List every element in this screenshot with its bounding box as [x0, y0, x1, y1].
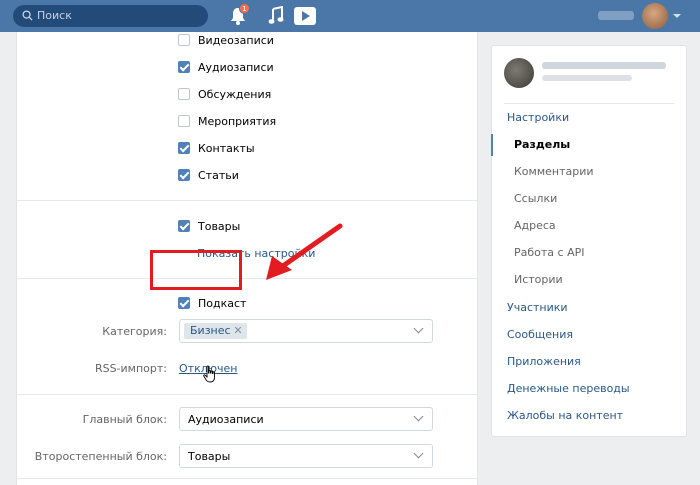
remove-tag-icon[interactable]: ✕ — [233, 323, 242, 339]
sidebar-item-label: Работа с API — [514, 246, 585, 259]
notification-badge: 1 — [239, 3, 250, 14]
checkbox-label: Обсуждения — [198, 87, 272, 101]
community-header[interactable] — [492, 46, 686, 102]
category-token-label: Бизнес — [190, 324, 231, 337]
sidebar-item-settings[interactable]: Настройки — [492, 107, 686, 129]
category-label: Категория: — [102, 325, 167, 338]
sidebar-item-label: Жалобы на контент — [507, 409, 624, 422]
sidebar-item-money-transfers[interactable]: Денежные переводы — [492, 378, 686, 400]
checkbox-discussions[interactable]: Обсуждения — [178, 86, 271, 102]
checkbox-label: Товары — [198, 219, 241, 233]
community-subtitle-blurred — [542, 75, 632, 81]
sidebar-item-links[interactable]: Ссылки — [492, 188, 686, 210]
top-bar: Поиск 1 — [0, 0, 700, 32]
chevron-down-icon[interactable] — [413, 448, 424, 459]
checkbox-box[interactable] — [178, 142, 190, 154]
sidebar-item-members[interactable]: Участники — [492, 297, 686, 319]
checkbox-label: Контакты — [198, 141, 255, 155]
checkbox-box[interactable] — [178, 88, 190, 100]
annotation-highlight-box — [150, 250, 242, 290]
checkbox-events[interactable]: Мероприятия — [178, 113, 276, 129]
divider — [17, 394, 477, 395]
divider — [17, 478, 477, 479]
sidebar-item-label: Комментарии — [514, 165, 594, 178]
checkbox-label: Статьи — [198, 168, 239, 182]
sidebar-item-label: Адреса — [514, 219, 556, 232]
cursor-hand-icon — [203, 365, 215, 383]
community-avatar — [504, 58, 534, 88]
checkbox-box[interactable] — [178, 297, 190, 309]
sidebar-item-label: Сообщения — [507, 328, 574, 341]
checkbox-videos[interactable]: Видеозаписи — [178, 32, 274, 48]
checkbox-podcast[interactable]: Подкаст — [178, 295, 246, 311]
sidebar-item-label: Денежные переводы — [507, 382, 630, 395]
rss-import-label: RSS-импорт: — [94, 362, 167, 375]
sidebar-item-label: Настройки — [507, 111, 570, 124]
checkbox-audio[interactable]: Аудиозаписи — [178, 59, 274, 75]
sidebar-item-apps[interactable]: Приложения — [492, 351, 686, 373]
search-box[interactable]: Поиск — [13, 5, 208, 27]
chevron-down-icon[interactable] — [673, 14, 681, 18]
sidebar-item-sections[interactable]: Разделы — [491, 134, 686, 156]
user-name-blurred[interactable] — [598, 11, 634, 20]
chevron-down-icon[interactable] — [413, 323, 424, 334]
checkbox-box[interactable] — [178, 61, 190, 73]
checkbox-box[interactable] — [178, 220, 190, 232]
sidebar-item-label: Истории — [514, 273, 563, 286]
checkbox-box[interactable] — [178, 34, 190, 46]
secondary-block-label: Второстепенный блок: — [34, 450, 167, 463]
checkbox-label: Подкаст — [198, 296, 247, 310]
sidebar-item-label: Участники — [507, 301, 568, 314]
sidebar-item-label: Приложения — [507, 355, 581, 368]
chevron-down-icon[interactable] — [413, 411, 424, 422]
sidebar-item-addresses[interactable]: Адреса — [492, 215, 686, 237]
main-block-value: Аудиозаписи — [188, 413, 264, 426]
community-name-blurred — [542, 62, 666, 69]
avatar[interactable] — [642, 3, 668, 29]
checkbox-box[interactable] — [178, 169, 190, 181]
video-icon[interactable] — [294, 7, 316, 25]
search-placeholder: Поиск — [37, 9, 72, 22]
main-block-select[interactable]: Аудиозаписи — [179, 407, 433, 431]
checkbox-articles[interactable]: Статьи — [178, 167, 239, 183]
secondary-block-value: Товары — [188, 450, 231, 463]
sidebar-item-stories[interactable]: Истории — [492, 269, 686, 291]
checkbox-contacts[interactable]: Контакты — [178, 140, 255, 156]
main-block-label: Главный блок: — [82, 413, 167, 426]
music-icon[interactable] — [268, 6, 284, 26]
category-token[interactable]: Бизнес ✕ — [184, 323, 247, 339]
checkbox-label: Аудиозаписи — [198, 60, 274, 74]
checkbox-label: Мероприятия — [198, 114, 277, 128]
secondary-block-select[interactable]: Товары — [179, 444, 433, 468]
sidebar-item-messages[interactable]: Сообщения — [492, 324, 686, 346]
category-select[interactable]: Бизнес ✕ — [179, 319, 433, 343]
checkbox-goods[interactable]: Товары — [178, 218, 240, 234]
divider — [504, 103, 674, 104]
sidebar-item-label: Разделы — [514, 138, 571, 151]
sidebar-item-label: Ссылки — [514, 192, 558, 205]
checkbox-label: Видеозаписи — [198, 33, 274, 47]
annotation-arrow-icon — [266, 223, 343, 280]
search-icon — [22, 10, 33, 21]
divider — [17, 200, 477, 201]
settings-sidebar: Настройки Разделы Комментарии Ссылки Адр… — [491, 45, 687, 437]
sidebar-item-content-reports[interactable]: Жалобы на контент — [492, 405, 686, 427]
sidebar-item-api[interactable]: Работа с API — [492, 242, 686, 264]
checkbox-box[interactable] — [178, 115, 190, 127]
sidebar-item-comments[interactable]: Комментарии — [492, 161, 686, 183]
